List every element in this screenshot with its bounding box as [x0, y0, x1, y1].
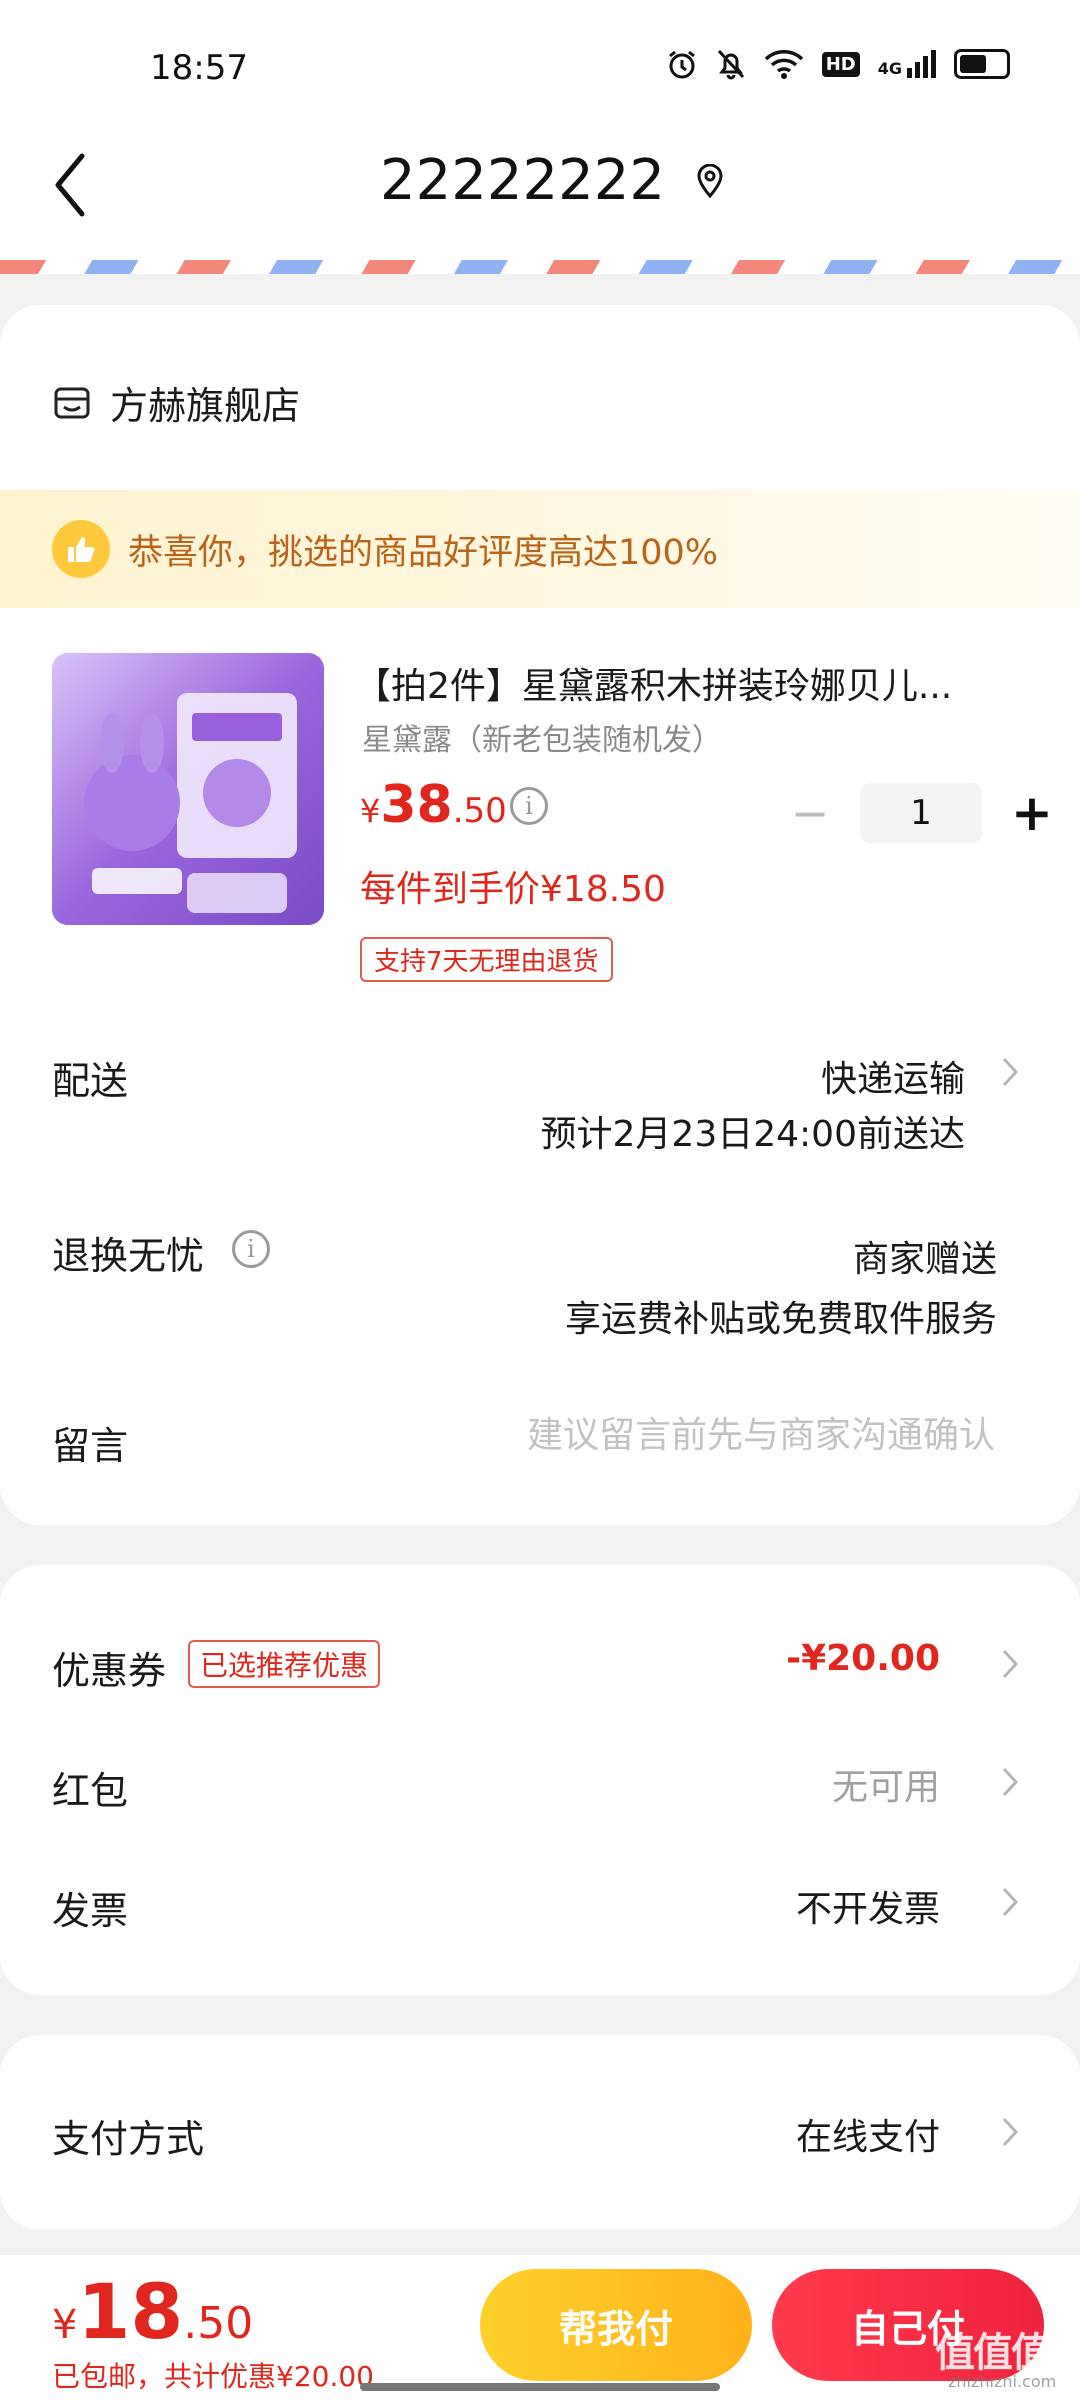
battery-icon — [954, 49, 1010, 79]
payment-method-label: 支付方式 — [52, 2117, 205, 2161]
order-card: 方赫旗舰店 恭喜你，挑选的商品好评度高达100% 【拍2件】星黛露积木拼装玲娜贝… — [0, 305, 1080, 1525]
chevron-right-icon[interactable] — [1000, 1055, 1020, 1089]
airmail-stripe — [0, 260, 1080, 274]
invoice-value[interactable]: 不开发票 — [796, 1880, 940, 1932]
chevron-right-icon[interactable] — [1000, 1647, 1020, 1681]
location-pin-icon — [697, 163, 723, 198]
minus-icon[interactable]: − — [790, 786, 830, 840]
status-bar: 18:57 HD 4G — [0, 0, 1080, 120]
back-button[interactable] — [50, 150, 110, 230]
returns-line2: 享运费补贴或免费取件服务 — [564, 1299, 997, 1340]
quantity-value[interactable]: 1 — [860, 783, 982, 843]
hd-icon: HD — [821, 51, 860, 77]
price-integer: 38 — [380, 775, 453, 835]
status-time: 18:57 — [150, 48, 248, 88]
coupon-label: 优惠券 — [52, 1649, 167, 1693]
returns-line1: 商家赠送 — [852, 1239, 997, 1280]
wifi-icon — [764, 50, 803, 79]
watermark-url: zhizhizhi.com — [948, 2372, 1057, 2391]
praise-text: 恭喜你，挑选的商品好评度高达100% — [128, 532, 719, 573]
plus-icon[interactable]: + — [1011, 784, 1053, 842]
quantity-stepper: − 1 + — [790, 783, 1053, 843]
chevron-right-icon[interactable] — [1000, 1765, 1020, 1799]
store-row[interactable]: 方赫旗舰店 — [52, 375, 300, 430]
unit-price: 每件到手价¥18.50 — [360, 869, 666, 910]
total-note: 已包邮，共计优惠¥20.00 — [52, 2360, 374, 2393]
price-decimal: .50 — [452, 791, 507, 831]
product-price: ¥ 38 .50 — [360, 775, 507, 835]
total-symbol: ¥ — [52, 2302, 78, 2348]
delivery-method[interactable]: 快递运输 — [821, 1050, 965, 1102]
price-info-icon[interactable]: i — [510, 787, 548, 825]
total-integer: 18 — [77, 2267, 184, 2356]
returns-info-icon[interactable]: i — [232, 1230, 270, 1268]
alarm-icon — [668, 50, 695, 79]
chevron-left-icon — [55, 153, 85, 217]
red-packet-value[interactable]: 无可用 — [832, 1758, 940, 1810]
store-name: 方赫旗舰店 — [110, 384, 301, 428]
store-icon — [54, 387, 90, 418]
invoice-label: 发票 — [52, 1889, 129, 1933]
chevron-right-icon[interactable] — [1000, 1885, 1020, 1919]
status-icons: HD 4G — [666, 48, 1010, 80]
delivery-label: 配送 — [52, 1059, 129, 1103]
discount-card: 优惠券 已选推荐优惠 -¥20.00 红包 无可用 发票 不开发票 — [0, 1565, 1080, 1995]
coupon-badge: 已选推荐优惠 — [188, 1640, 381, 1688]
red-packet-label: 红包 — [52, 1769, 129, 1813]
payment-method-value[interactable]: 在线支付 — [796, 2108, 940, 2160]
nav-bar: 22222222 — [0, 120, 1080, 260]
total-price: ¥ 18 .50 — [52, 2267, 253, 2356]
coupon-value[interactable]: -¥20.00 — [786, 1638, 940, 1679]
thumbs-up-icon — [52, 520, 110, 578]
nav-title-group[interactable]: 22222222 — [380, 148, 725, 213]
return-policy-tag: 支持7天无理由退货 — [360, 937, 613, 982]
returns-label: 退换无忧 — [52, 1234, 205, 1278]
page-title: 22222222 — [380, 148, 666, 213]
delivery-eta: 预计2月23日24:00前送达 — [540, 1114, 965, 1155]
signal-4g-icon: 4G — [878, 50, 936, 78]
help-pay-button[interactable]: 帮我付 — [480, 2269, 752, 2381]
product-image[interactable] — [52, 653, 324, 925]
product-variant[interactable]: 星黛露（新老包装随机发） — [362, 715, 722, 759]
checkout-bar: ¥ 18 .50 已包邮，共计优惠¥20.00 帮我付 自己付 — [0, 2255, 1080, 2400]
price-symbol: ¥ — [360, 792, 381, 830]
watermark-logo: 值值值 — [935, 2330, 1051, 2376]
praise-banner: 恭喜你，挑选的商品好评度高达100% — [0, 490, 1080, 608]
chevron-right-icon[interactable] — [1000, 2115, 1020, 2149]
total-decimal: .50 — [183, 2298, 254, 2349]
payment-card: 支付方式 在线支付 — [0, 2035, 1080, 2230]
message-label: 留言 — [52, 1424, 129, 1468]
message-input[interactable] — [420, 1405, 995, 1465]
product-title[interactable]: 【拍2件】星黛露积木拼装玲娜贝儿... — [355, 657, 1005, 709]
home-indicator[interactable] — [360, 2383, 720, 2391]
bell-off-icon — [717, 49, 744, 80]
